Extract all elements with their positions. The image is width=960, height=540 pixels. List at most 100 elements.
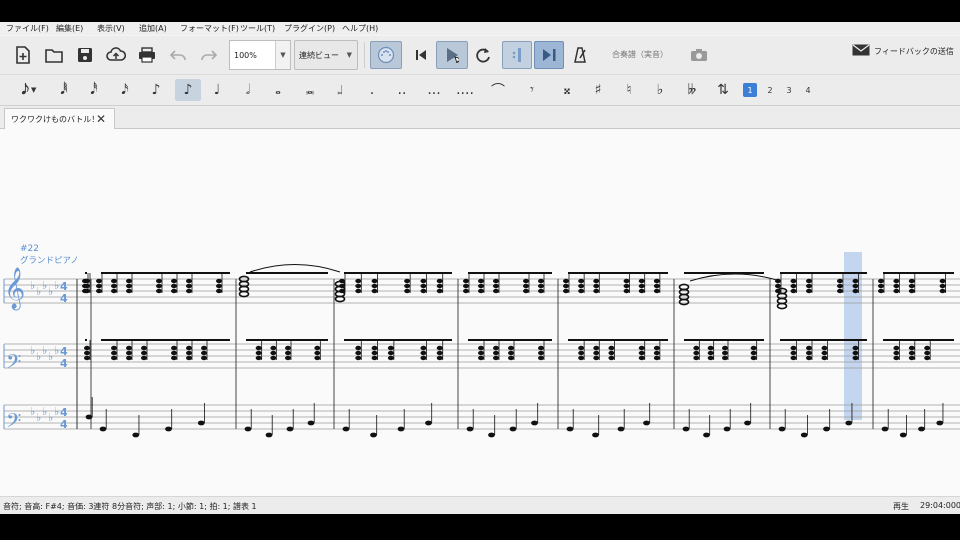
notehead <box>493 345 499 351</box>
note-longa-icon[interactable]: 𝆷 <box>330 81 350 99</box>
note-half-icon[interactable]: 𝅗𝅥 <box>238 81 258 99</box>
save-icon[interactable] <box>74 44 96 66</box>
notehead <box>387 350 394 356</box>
notehead <box>531 420 538 426</box>
menu-format[interactable]: フォーマット(F) <box>180 23 239 34</box>
zoom-select[interactable]: 100% ▼ <box>229 40 291 70</box>
whole-note <box>678 298 690 306</box>
note-quarter-icon[interactable]: ♩ <box>207 81 227 99</box>
new-file-icon[interactable] <box>12 44 34 66</box>
midi-input-button[interactable] <box>370 41 402 69</box>
score-tab-title: ワクワクけものバトル！ <box>11 114 100 124</box>
instrument-name: グランドピアノ <box>20 255 79 266</box>
score-canvas[interactable]: ♭ ♭ ♭ ♭ ♭ 4 4 ♭ ♭ ♭ ♭ ♭ 4 4 ♭ ♭ ♭ ♭ ♭ 4 4 #22 グランドピアノ 𝄞 𝄢 𝄢 <box>0 129 960 496</box>
notehead <box>186 350 192 356</box>
notehead <box>593 345 600 351</box>
menu-help[interactable]: ヘルプ(H) <box>342 23 378 34</box>
key-flat-icon: ♭ <box>48 411 53 424</box>
quadruple-dot-icon[interactable]: .... <box>455 81 475 99</box>
feedback-button[interactable]: フィードバックの送信 <box>852 44 954 58</box>
play-panel-button[interactable] <box>534 41 564 69</box>
notehead <box>355 278 362 284</box>
undo-icon[interactable] <box>167 44 189 66</box>
notehead <box>270 350 277 356</box>
notehead <box>837 283 843 289</box>
notehead <box>463 278 469 284</box>
upload-cloud-icon[interactable] <box>105 44 127 66</box>
notehead <box>488 432 495 438</box>
notehead <box>197 420 205 426</box>
flat-icon[interactable]: ♭ <box>650 81 670 99</box>
notehead <box>790 283 797 289</box>
voice-3-button[interactable]: 3 <box>782 83 796 97</box>
notehead <box>790 350 797 356</box>
rewind-icon[interactable] <box>410 44 432 66</box>
rest-icon[interactable]: 𝄾 <box>522 81 542 99</box>
notehead <box>96 288 102 294</box>
notehead <box>111 278 117 284</box>
redo-icon[interactable] <box>198 44 220 66</box>
notehead <box>85 414 93 420</box>
notehead <box>171 345 177 351</box>
note-64th-icon[interactable]: 𝅘𝅥𝅱 <box>54 81 74 99</box>
menu-add[interactable]: 追加(A) <box>139 23 167 34</box>
double-flat-icon[interactable]: 𝄫 <box>682 81 702 99</box>
double-sharp-icon[interactable]: 𝄪 <box>557 81 577 99</box>
note-16th-icon[interactable]: 𝅘𝅥𝅯 <box>115 81 135 99</box>
status-info: 音符; 音高: F#4; 音価: 3連符 8分音符; 声部: 1; 小節: 1;… <box>3 502 257 511</box>
camera-icon[interactable] <box>688 45 710 65</box>
voice-4-button[interactable]: 4 <box>801 83 815 97</box>
notehead <box>908 288 915 294</box>
menu-plugins[interactable]: プラグイン(P) <box>284 23 335 34</box>
notehead <box>371 350 378 356</box>
double-dot-icon[interactable]: .. <box>392 81 412 99</box>
notehead <box>908 278 915 284</box>
sharp-icon[interactable]: ♯ <box>588 81 608 99</box>
open-folder-icon[interactable] <box>43 44 65 66</box>
view-mode-select[interactable]: 連続ビュー ▼ <box>294 40 358 70</box>
close-icon[interactable]: ✕ <box>96 112 106 126</box>
notehead <box>878 283 884 289</box>
concert-pitch-toggle[interactable]: 合奏譜（実音） <box>612 49 668 60</box>
note-32nd-icon[interactable]: 𝅘𝅥𝅰 <box>84 81 104 99</box>
triple-dot-icon[interactable]: ... <box>424 81 444 99</box>
score-view[interactable]: ♭ ♭ ♭ ♭ ♭ 44♭ ♭ ♭ ♭ ♭ 44♭ ♭ ♭ ♭ ♭ 44 #22 グランドピアノ 𝄞 𝄢 𝄢 <box>0 129 960 496</box>
menu-tools[interactable]: ツール(T) <box>240 23 275 34</box>
notehead <box>878 278 884 284</box>
dot-icon[interactable]: . <box>362 81 382 99</box>
tie-icon[interactable]: ⌒ <box>488 81 508 99</box>
notehead <box>563 283 569 289</box>
notehead <box>186 355 192 361</box>
voice-1-button[interactable]: 1 <box>743 83 757 97</box>
notes-layer <box>82 264 954 438</box>
time-sig-bottom: 4 <box>60 292 68 305</box>
flip-direction-icon[interactable]: ⇅ <box>713 81 733 99</box>
voice-2-button[interactable]: 2 <box>763 83 777 97</box>
notehead <box>493 278 499 284</box>
notehead <box>436 283 443 289</box>
score-tab[interactable]: ワクワクけものバトル！ ✕ <box>4 108 115 129</box>
note-eighth-icon[interactable]: ♪ <box>146 81 166 99</box>
notehead <box>466 426 474 432</box>
notehead <box>355 283 362 289</box>
notehead <box>707 355 714 361</box>
note-breve-icon[interactable]: 𝅜 <box>300 81 320 99</box>
metronome-icon[interactable] <box>570 44 590 66</box>
loop-icon[interactable] <box>472 44 494 66</box>
notehead <box>878 288 884 294</box>
notehead <box>722 345 728 351</box>
note-input-mode-icon[interactable]: 𝅘𝅥𝅮 ▼ <box>14 81 44 99</box>
play-button[interactable] <box>436 41 468 69</box>
notehead <box>790 355 797 361</box>
menu-edit[interactable]: 編集(E) <box>56 23 83 34</box>
bass-clef-icon: 𝄢 <box>6 409 21 437</box>
note-whole-icon[interactable]: 𝅝 <box>268 81 288 99</box>
notehead <box>270 355 277 361</box>
loop-in-button[interactable] <box>502 41 532 69</box>
notehead <box>387 355 394 361</box>
menu-file[interactable]: ファイル(F) <box>6 23 49 34</box>
print-icon[interactable] <box>136 44 158 66</box>
menu-view[interactable]: 表示(V) <box>97 23 125 34</box>
natural-icon[interactable]: ♮ <box>619 81 639 99</box>
note-eighth-selected-icon[interactable]: ♪ <box>175 79 201 101</box>
